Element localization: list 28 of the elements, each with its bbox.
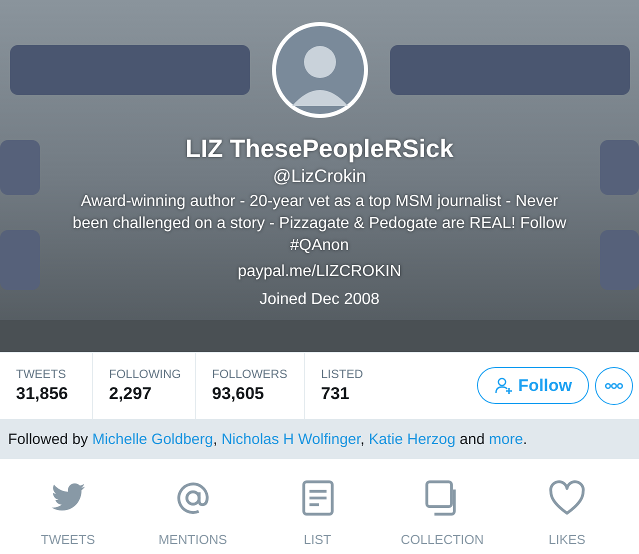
- join-date: Joined Dec 2008: [259, 291, 380, 309]
- tab-label[interactable]: MENTIONS: [158, 532, 228, 547]
- more-button[interactable]: [595, 367, 633, 405]
- stat-value[interactable]: 731: [321, 384, 364, 404]
- follower-link[interactable]: Katie Herzog: [368, 430, 456, 448]
- website-link[interactable]: paypal.me/LIZCROKIN: [238, 263, 402, 281]
- follower-link[interactable]: more: [488, 430, 524, 448]
- add-person-icon[interactable]: [494, 376, 514, 396]
- avatar[interactable]: [272, 22, 368, 118]
- stat-label[interactable]: LISTED: [321, 367, 364, 382]
- follow-button[interactable]: Follow: [477, 367, 589, 404]
- follower-link[interactable]: Michelle Goldberg: [92, 430, 214, 448]
- tab-label[interactable]: TWEETS: [40, 532, 96, 547]
- stat-value[interactable]: 31,856: [16, 384, 76, 404]
- stat-label[interactable]: FOLLOWING: [109, 367, 179, 382]
- stat-value[interactable]: 2,297: [109, 384, 179, 404]
- tab-label[interactable]: LIKES: [548, 532, 586, 547]
- tab-label[interactable]: COLLECTION: [400, 532, 484, 547]
- stat-label[interactable]: FOLLOWERS: [212, 367, 288, 382]
- profile-handle: @LizCrokin: [272, 166, 366, 187]
- follower-link[interactable]: Nicholas H Wolfinger: [221, 430, 360, 448]
- tab-label[interactable]: LIST: [304, 532, 332, 547]
- followed-by-text: Followed by Michelle Goldberg, Nicholas H Wolfinger, Katie Herzog and more.: [8, 430, 528, 448]
- stat-value[interactable]: 93,605: [212, 384, 288, 404]
- heart-icon[interactable]: [548, 479, 586, 517]
- profile-name: LIZ ThesePeopleRSick: [185, 135, 454, 164]
- more-icon[interactable]: [604, 382, 624, 390]
- stat-label[interactable]: TWEETS: [16, 367, 76, 382]
